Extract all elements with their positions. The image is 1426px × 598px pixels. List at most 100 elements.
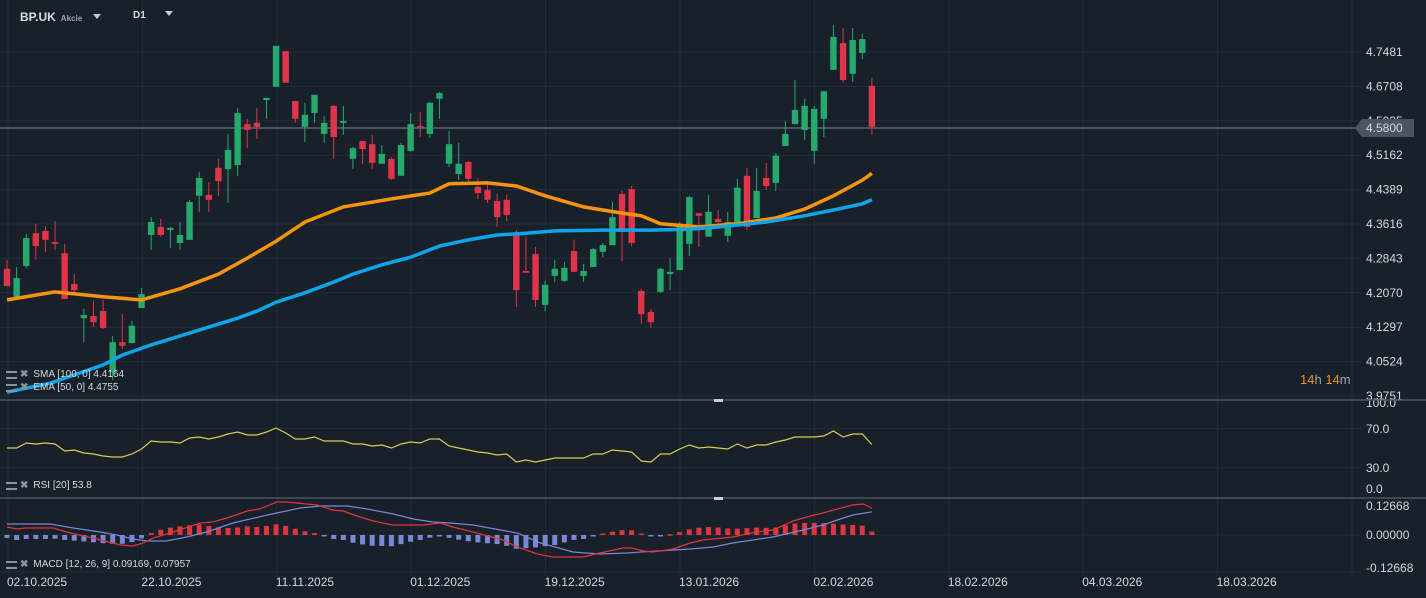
grid-lines: [0, 0, 1362, 575]
macd-histogram-bar: [52, 535, 58, 539]
candle-body: [397, 145, 405, 176]
ema-legend: ✖ EMA [50, 0] 4.4755: [6, 382, 118, 393]
macd-histogram-bar: [436, 535, 442, 537]
macd-histogram-bar: [619, 530, 625, 535]
candle: [474, 177, 482, 199]
macd-histogram-bar: [4, 535, 10, 539]
close-icon[interactable]: ✖: [20, 382, 28, 393]
close-icon[interactable]: ✖: [20, 559, 28, 570]
candle-body: [167, 227, 174, 231]
ema-50-line: [6, 171, 873, 302]
candle: [3, 259, 11, 287]
candle-body: [272, 45, 280, 87]
macd-tick-label: 0.12668: [1366, 499, 1410, 513]
macd-axis[interactable]: 0.12668 0.00000 -0.12668: [1366, 499, 1414, 575]
countdown-minutes: 14: [1325, 372, 1340, 387]
date-label: 04.03.2026: [1082, 575, 1142, 589]
macd-histogram-bar: [792, 523, 798, 535]
candle: [647, 308, 655, 328]
price-tick-label: 4.1297: [1366, 320, 1403, 334]
candle: [493, 194, 501, 227]
candle-body: [532, 254, 539, 300]
macd-histogram-bar: [350, 535, 356, 543]
candle-body: [484, 190, 491, 200]
macd-legend-text: MACD [12, 26, 9] 0.09169, 0.07957: [33, 559, 191, 570]
candle-body: [128, 325, 136, 344]
macd-histogram-bar: [840, 524, 846, 535]
macd-histogram-bar: [638, 533, 644, 535]
candle: [820, 91, 828, 138]
rsi-axis[interactable]: 100.0 70.0 30.0 0.0: [1366, 396, 1396, 496]
candle: [407, 113, 414, 152]
candle: [330, 105, 337, 159]
candle: [436, 92, 443, 119]
candle: [99, 299, 107, 329]
candle-body: [772, 155, 779, 183]
price-tick-label: 4.0524: [1366, 355, 1403, 369]
date-label: 13.01.2026: [679, 575, 739, 589]
candle: [580, 263, 587, 283]
settings-icon[interactable]: [6, 370, 17, 379]
macd-histogram-bar: [340, 535, 346, 540]
panel-resize-handle[interactable]: [714, 399, 723, 402]
panel-resize-handle[interactable]: [714, 497, 723, 500]
candle-body: [801, 105, 808, 130]
candle: [215, 158, 222, 196]
candle: [359, 141, 366, 164]
price-tick-label: 4.3616: [1366, 217, 1403, 231]
settings-icon[interactable]: [6, 383, 17, 392]
candle-body: [253, 122, 261, 127]
candle-body: [513, 233, 520, 291]
macd-histogram-bar: [696, 527, 702, 535]
candle-body: [830, 36, 837, 70]
price-tick-label: 4.4389: [1366, 183, 1403, 197]
candle-body: [388, 158, 395, 179]
macd-tick-label: 0.00000: [1366, 528, 1410, 542]
candle: [263, 97, 270, 119]
candle-body: [119, 342, 126, 346]
countdown-minutes-unit: m: [1339, 372, 1351, 387]
candle-body: [51, 242, 59, 244]
symbol-selector[interactable]: BP.UK Akcie: [20, 10, 102, 24]
candle: [551, 259, 558, 283]
macd-histogram-bar: [465, 535, 471, 542]
candle: [762, 162, 770, 191]
price-tick-label: 4.2070: [1366, 286, 1403, 300]
macd-histogram-bar: [629, 530, 635, 535]
macd-histogram-bar: [734, 528, 740, 535]
candle-body: [436, 92, 443, 99]
chart-canvas[interactable]: 4.74814.67084.59354.51624.43894.36164.28…: [0, 0, 1426, 598]
macd-histogram-bar: [100, 535, 106, 544]
price-tick-label: 4.2843: [1366, 251, 1403, 265]
current-price-label: 4.5800: [1355, 119, 1414, 137]
candle-body: [176, 234, 184, 243]
candle-body: [762, 177, 770, 187]
rsi-line: [7, 427, 873, 463]
sma-legend-text: SMA [100, 0] 4.4164: [33, 369, 125, 380]
macd-histogram-bar: [657, 535, 663, 537]
candle-body: [551, 268, 558, 276]
candle-body: [868, 85, 876, 127]
candle-body: [599, 245, 607, 252]
settings-icon[interactable]: [6, 481, 17, 490]
timeframe-selector[interactable]: D1: [133, 10, 173, 21]
macd-histogram-bar: [706, 527, 712, 535]
rsi-legend: ✖ RSI [20] 53.8: [6, 480, 92, 491]
candle-body: [99, 311, 107, 328]
macd-histogram-bar: [850, 525, 856, 535]
candle-body: [320, 122, 328, 134]
close-icon[interactable]: ✖: [20, 480, 28, 491]
candle-body: [493, 201, 501, 218]
time-axis[interactable]: 02.10.2025 22.10.2025 11.11.2025 01.12.2025…: [7, 575, 1277, 589]
price-axis[interactable]: 4.74814.67084.59354.51624.43894.36164.28…: [1366, 45, 1403, 403]
macd-histogram-bar: [648, 535, 654, 537]
candle-body: [849, 40, 856, 74]
settings-icon[interactable]: [6, 560, 17, 569]
candle: [176, 222, 184, 251]
date-label: 02.02.2026: [813, 575, 873, 589]
candle: [734, 178, 741, 223]
close-icon[interactable]: ✖: [20, 369, 28, 380]
macd-histogram-bar: [427, 535, 433, 538]
candle: [753, 167, 760, 219]
macd-histogram-bar: [263, 526, 269, 535]
